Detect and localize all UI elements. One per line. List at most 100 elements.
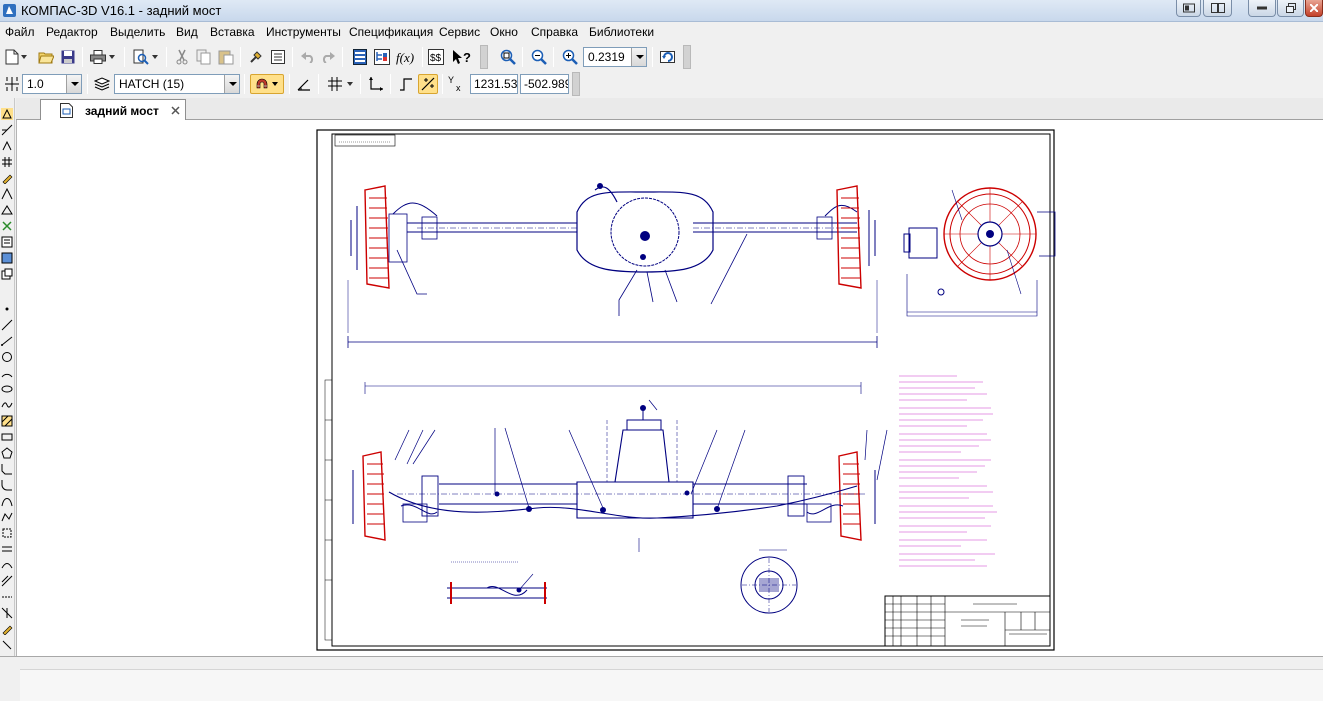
menu-help[interactable]: Справка: [531, 25, 578, 39]
parametrization-icon[interactable]: [1, 188, 13, 200]
help-window-button[interactable]: [1176, 0, 1201, 17]
variables-button[interactable]: f(x): [394, 47, 418, 67]
bezier-icon[interactable]: [1, 495, 13, 507]
coordinate-y-input[interactable]: -502.989: [520, 74, 569, 94]
restore-button[interactable]: [1277, 0, 1304, 17]
menu-tools[interactable]: Инструменты: [266, 25, 341, 39]
line-icon[interactable]: [1, 319, 13, 331]
polygon-icon[interactable]: [1, 447, 13, 459]
tab-rear-axle[interactable]: задний мост: [40, 99, 186, 120]
menu-select[interactable]: Выделить: [110, 25, 165, 39]
polyline-icon[interactable]: [1, 511, 13, 523]
status-bar: [20, 669, 1323, 701]
cut-button[interactable]: [172, 47, 192, 67]
grid-button[interactable]: [325, 74, 345, 94]
menu-libraries[interactable]: Библиотеки: [589, 25, 654, 39]
menu-view[interactable]: Вид: [176, 25, 198, 39]
preview-dropdown[interactable]: [149, 47, 161, 67]
circle-icon[interactable]: [1, 351, 13, 363]
model-tree-button[interactable]: [372, 47, 392, 67]
step-dropdown-arrow[interactable]: [66, 75, 81, 93]
orthogonal-mode-button[interactable]: [366, 74, 386, 94]
open-button[interactable]: [36, 47, 56, 67]
dimensions-icon[interactable]: [1, 124, 13, 136]
tangent-icon[interactable]: [1, 607, 13, 619]
rectangle-icon[interactable]: [1, 431, 13, 443]
layer-select[interactable]: HATCH (15): [114, 74, 240, 94]
minimize-button[interactable]: [1248, 0, 1276, 17]
text-tool-icon[interactable]: [1, 623, 13, 635]
insert-icon[interactable]: [1, 268, 13, 280]
close-button[interactable]: [1305, 0, 1323, 17]
toolbar-separator: [390, 74, 391, 94]
spec-icon[interactable]: [1, 236, 13, 248]
edit-icon[interactable]: [1, 172, 13, 184]
new-document-dropdown[interactable]: [18, 47, 30, 67]
select-icon[interactable]: [1, 220, 13, 232]
paste-button[interactable]: [216, 47, 236, 67]
measure-icon[interactable]: [1, 204, 13, 216]
save-button[interactable]: [58, 47, 78, 67]
snap-mode-button[interactable]: [250, 74, 284, 94]
chamfer-icon[interactable]: [1, 463, 13, 475]
macro-icon[interactable]: [1, 639, 13, 651]
library-manager-button[interactable]: $$: [426, 47, 446, 67]
menu-editor[interactable]: Редактор: [46, 25, 98, 39]
designations-icon[interactable]: [1, 140, 13, 152]
contour-icon[interactable]: [1, 527, 13, 539]
arc-icon[interactable]: [1, 367, 13, 379]
print-dropdown[interactable]: [106, 47, 118, 67]
context-help-button[interactable]: ?: [452, 47, 472, 67]
offset-line-icon[interactable]: [1, 575, 13, 587]
round-mode-button[interactable]: [396, 74, 416, 94]
fillet-icon[interactable]: [1, 479, 13, 491]
layer-dropdown-arrow[interactable]: [224, 75, 239, 93]
zoom-button[interactable]: [529, 47, 549, 67]
menu-specification[interactable]: Спецификация: [349, 25, 433, 39]
copy-button[interactable]: [194, 47, 214, 67]
equidistant-icon[interactable]: [1, 543, 13, 555]
menu-insert[interactable]: Вставка: [210, 25, 255, 39]
nurbs-icon[interactable]: [1, 559, 13, 571]
cursor-step-select[interactable]: 1.0: [22, 74, 82, 94]
aux-line-icon[interactable]: [1, 591, 13, 603]
print-button[interactable]: [88, 47, 108, 67]
document-manager-button[interactable]: [350, 47, 370, 67]
menu-service[interactable]: Сервис: [439, 25, 480, 39]
zoom-scale-select[interactable]: 0.2319: [583, 47, 647, 67]
properties-button[interactable]: [268, 47, 288, 67]
layer-state-button[interactable]: [92, 74, 112, 94]
zoom-window-button[interactable]: [498, 47, 518, 67]
grid-dropdown[interactable]: [344, 74, 356, 94]
print-preview-icon: [133, 49, 149, 65]
toolbar-grip[interactable]: [683, 45, 691, 69]
drawing-canvas[interactable]: [16, 120, 1323, 656]
undo-button[interactable]: [298, 47, 318, 67]
local-cs-button[interactable]: [294, 74, 314, 94]
reports-icon[interactable]: [1, 252, 13, 264]
menu-file[interactable]: Файл: [5, 25, 35, 39]
zoom-in-button[interactable]: [560, 47, 580, 67]
grid-table-icon[interactable]: [1, 156, 13, 168]
tile-window-button[interactable]: [1203, 0, 1232, 17]
toolbar-separator: [652, 47, 653, 67]
redo-button[interactable]: [318, 47, 338, 67]
close-icon[interactable]: [170, 105, 181, 116]
refresh-view-button[interactable]: [658, 47, 678, 67]
step-cursor-button[interactable]: [2, 74, 22, 94]
toolbar-grip[interactable]: [480, 45, 488, 69]
hatch-icon[interactable]: [1, 415, 13, 427]
print-preview-button[interactable]: [131, 47, 151, 67]
menu-window[interactable]: Окно: [490, 25, 518, 39]
dynamic-tracking-button[interactable]: [418, 74, 438, 94]
geometry-icon[interactable]: [1, 108, 13, 120]
coordinate-x-input[interactable]: 1231.53: [470, 74, 518, 94]
cut-icon: [176, 49, 188, 65]
toolbar-grip[interactable]: [572, 72, 580, 96]
point-icon[interactable]: [1, 303, 13, 315]
zoom-dropdown-arrow[interactable]: [631, 48, 646, 66]
segment-icon[interactable]: [1, 335, 13, 347]
spline-icon[interactable]: [1, 399, 13, 411]
format-painter-button[interactable]: [246, 47, 266, 67]
ellipse-icon[interactable]: [1, 383, 13, 395]
